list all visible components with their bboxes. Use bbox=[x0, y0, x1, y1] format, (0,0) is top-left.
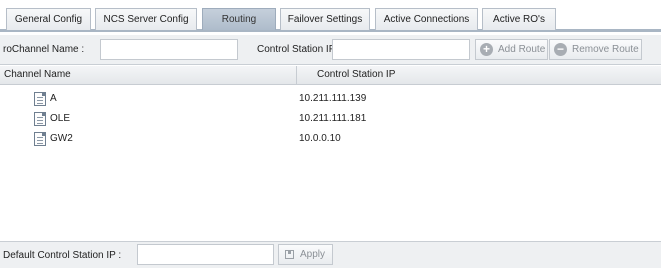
column-header-control-station-ip[interactable]: Control Station IP bbox=[317, 69, 395, 80]
document-icon bbox=[34, 112, 46, 126]
tab-general-config[interactable]: General Config bbox=[6, 8, 91, 30]
control-station-ip-input[interactable] bbox=[332, 39, 470, 60]
tab-routing[interactable]: Routing bbox=[202, 8, 276, 30]
channel-name-input[interactable] bbox=[100, 39, 238, 60]
routes-table: A 10.211.111.139 OLE 10.211.111.181 GW2 … bbox=[0, 85, 661, 240]
default-control-station-ip-input[interactable] bbox=[137, 244, 274, 265]
save-icon bbox=[285, 250, 294, 259]
tab-active-connections[interactable]: Active Connections bbox=[375, 8, 478, 30]
control-station-ip-cell: 10.0.0.10 bbox=[299, 133, 341, 144]
default-ip-footer: Default Control Station IP : Apply bbox=[0, 241, 661, 268]
column-divider[interactable] bbox=[296, 66, 297, 85]
plus-circle-icon: + bbox=[480, 43, 493, 56]
apply-label: Apply bbox=[300, 249, 326, 260]
table-row[interactable]: GW2 10.0.0.10 bbox=[0, 129, 661, 150]
tab-ncs-server-config[interactable]: NCS Server Config bbox=[95, 8, 197, 30]
add-route-button[interactable]: + Add Route bbox=[475, 39, 548, 60]
routes-table-header: Channel Name Control Station IP bbox=[0, 66, 661, 85]
remove-route-label: Remove Route bbox=[572, 44, 639, 55]
route-toolbar: roChannel Name : Control Station IP : + … bbox=[0, 35, 661, 65]
default-control-station-ip-label: Default Control Station IP : bbox=[3, 250, 122, 261]
channel-name-cell: A bbox=[50, 93, 57, 104]
table-row[interactable]: OLE 10.211.111.181 bbox=[0, 109, 661, 130]
channel-name-cell: OLE bbox=[50, 113, 71, 124]
tab-failover-settings[interactable]: Failover Settings bbox=[280, 8, 370, 30]
channel-name-label: roChannel Name : bbox=[3, 44, 85, 55]
table-row[interactable]: A 10.211.111.139 bbox=[0, 89, 661, 110]
remove-route-button[interactable]: − Remove Route bbox=[549, 39, 642, 60]
add-route-label: Add Route bbox=[498, 44, 546, 55]
document-icon bbox=[34, 92, 46, 106]
tab-active-ros[interactable]: Active RO's bbox=[482, 8, 556, 30]
channel-name-cell: GW2 bbox=[50, 133, 73, 144]
control-station-ip-cell: 10.211.111.139 bbox=[299, 93, 367, 104]
minus-circle-icon: − bbox=[554, 43, 567, 56]
document-icon bbox=[34, 132, 46, 146]
control-station-ip-label: Control Station IP : bbox=[257, 44, 341, 55]
tab-bar: General Config NCS Server Config Routing… bbox=[0, 0, 661, 32]
column-header-channel-name[interactable]: Channel Name bbox=[4, 69, 71, 80]
control-station-ip-cell: 10.211.111.181 bbox=[299, 113, 367, 124]
apply-button[interactable]: Apply bbox=[278, 244, 333, 265]
